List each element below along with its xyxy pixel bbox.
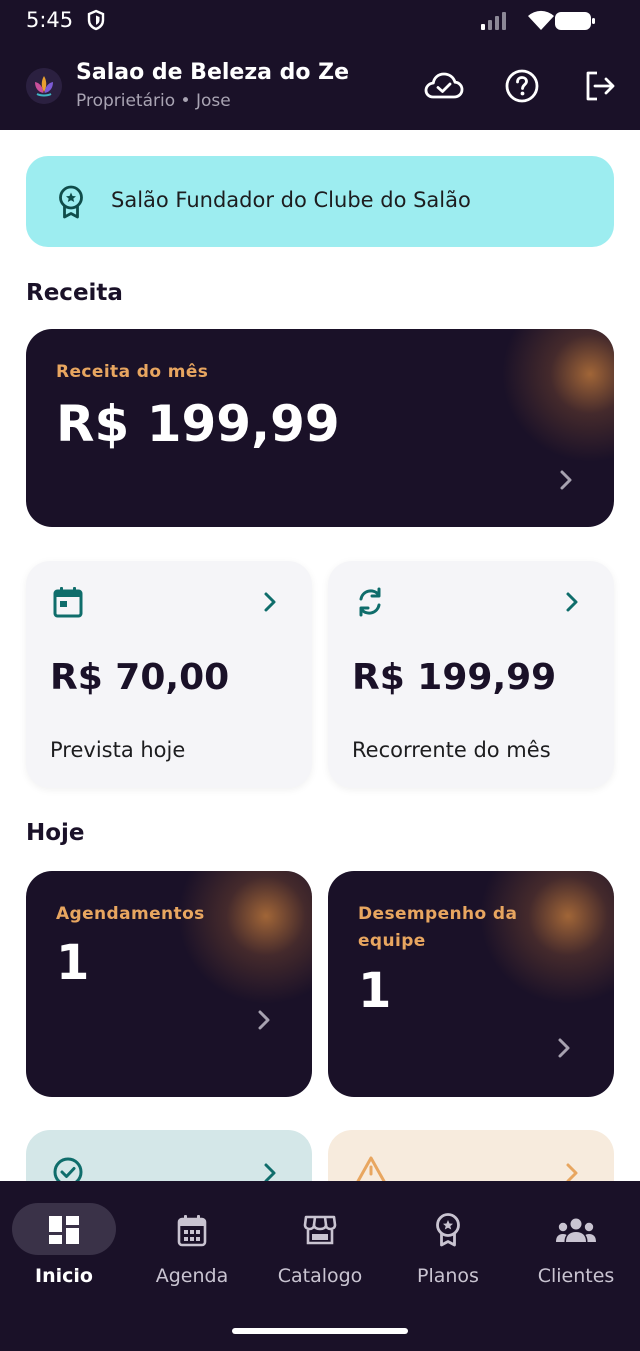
help-button[interactable] <box>500 64 544 108</box>
logout-icon <box>586 71 615 101</box>
award-icon <box>56 185 86 223</box>
status-bar: 5:45 <box>0 0 640 44</box>
calendar-icon <box>128 1211 256 1249</box>
monthly-revenue-card[interactable]: Receita do mês R$ 199,99 <box>26 329 614 527</box>
group-icon <box>512 1211 640 1249</box>
dashboard-icon <box>0 1211 128 1249</box>
chevron-right-icon <box>566 592 578 612</box>
signal-icon <box>480 11 510 35</box>
wifi-icon <box>526 8 556 36</box>
team-performance-label: Desempenho da equipe <box>358 904 518 951</box>
nav-item-catalogo[interactable]: Catalogo <box>256 1181 384 1301</box>
app-screen: 5:45 Salao de Beleza do Ze Proprietário … <box>0 0 640 1351</box>
sync-icon <box>359 587 381 617</box>
forecast-today-card[interactable]: R$ 70,00 Prevista hoje <box>26 561 312 788</box>
nav-item-agenda[interactable]: Agenda <box>128 1181 256 1301</box>
monthly-revenue-label: Receita do mês <box>56 362 209 382</box>
cloud-check-icon <box>424 72 464 99</box>
shield-icon <box>86 9 106 35</box>
salon-logo <box>26 68 62 104</box>
nav-item-inicio[interactable]: Inicio <box>0 1181 128 1301</box>
banner-text: Salão Fundador do Clube do Salão <box>111 188 471 212</box>
chevron-right-icon <box>558 1038 570 1058</box>
nav-label-agenda: Agenda <box>155 1265 229 1287</box>
chevron-right-icon <box>258 1010 270 1030</box>
recurring-month-label: Recorrente do mês <box>352 738 551 762</box>
logout-button[interactable] <box>578 64 622 108</box>
store-icon <box>256 1211 384 1249</box>
appointments-value: 1 <box>56 935 90 991</box>
nav-label-clientes: Clientes <box>537 1265 615 1287</box>
card-glow <box>166 871 312 1016</box>
app-header: Salao de Beleza do Ze Proprietário • Jos… <box>0 44 640 130</box>
card-glow <box>490 329 614 474</box>
nav-label-catalogo: Catalogo <box>277 1265 363 1287</box>
recurring-month-card[interactable]: R$ 199,99 Recorrente do mês <box>328 561 614 788</box>
user-role: Proprietário <box>76 91 176 111</box>
user-role-line: Proprietário • Jose <box>76 91 231 111</box>
appointments-label: Agendamentos <box>56 904 205 924</box>
calendar-icon <box>53 587 83 618</box>
forecast-today-label: Prevista hoje <box>50 738 186 762</box>
help-icon <box>505 69 539 103</box>
monthly-revenue-value: R$ 199,99 <box>56 395 340 453</box>
award-icon <box>384 1211 512 1249</box>
nav-item-clientes[interactable]: Clientes <box>512 1181 640 1301</box>
user-name: Jose <box>195 91 231 111</box>
status-time: 5:45 <box>26 8 74 32</box>
section-title-receita: Receita <box>26 280 123 306</box>
appointments-card[interactable]: Agendamentos 1 <box>26 871 312 1097</box>
battery-icon <box>554 10 596 36</box>
team-performance-card[interactable]: Desempenho da equipe 1 <box>328 871 614 1097</box>
recurring-month-value: R$ 199,99 <box>352 657 557 698</box>
role-separator: • <box>180 91 191 111</box>
team-performance-value: 1 <box>358 963 392 1019</box>
chevron-right-icon <box>264 592 276 612</box>
salon-name: Salao de Beleza do Ze <box>76 60 350 85</box>
section-title-hoje: Hoje <box>26 820 85 846</box>
bottom-navigation: Inicio Agenda Catalogo Planos Clientes <box>0 1181 640 1351</box>
nav-item-planos[interactable]: Planos <box>384 1181 512 1301</box>
forecast-today-value: R$ 70,00 <box>50 657 230 698</box>
chevron-right-icon <box>560 470 572 490</box>
founder-banner[interactable]: Salão Fundador do Clube do Salão <box>26 156 614 247</box>
nav-label-inicio: Inicio <box>35 1265 93 1287</box>
nav-label-planos: Planos <box>417 1265 479 1287</box>
cloud-sync-button[interactable] <box>422 64 466 108</box>
home-indicator[interactable] <box>232 1328 408 1334</box>
